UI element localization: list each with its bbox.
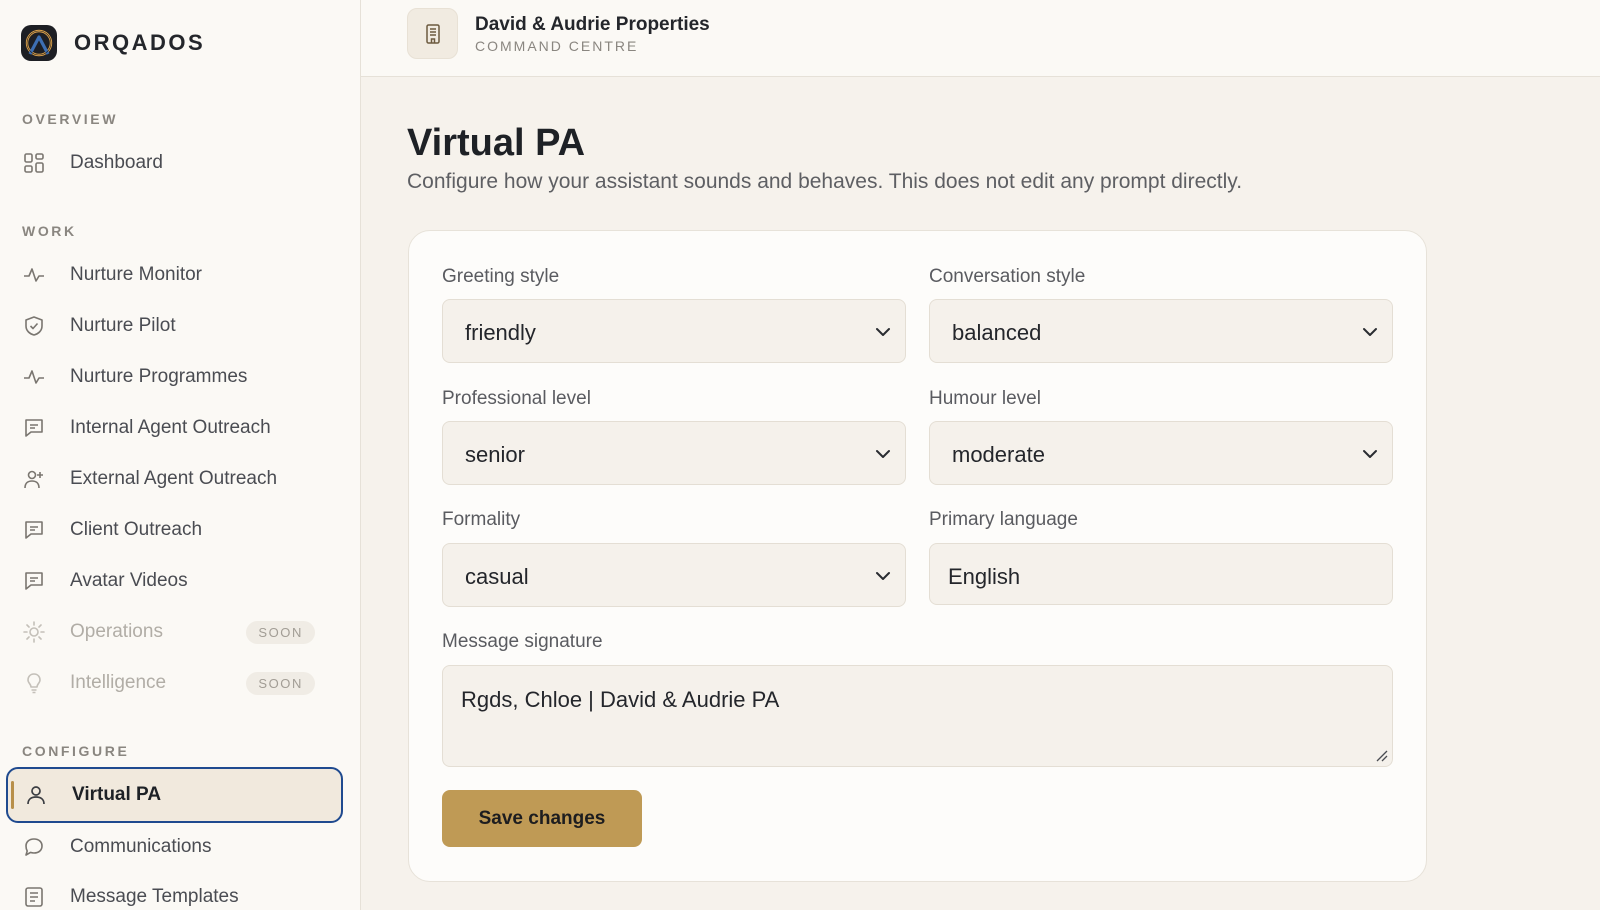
professional-level-select[interactable]: senior	[442, 421, 906, 485]
save-button[interactable]: Save changes	[442, 790, 642, 847]
soon-badge: SOON	[246, 621, 315, 644]
sidebar-item-external-agent-outreach[interactable]: External Agent Outreach	[22, 459, 340, 499]
sidebar-item-nurture-monitor[interactable]: Nurture Monitor	[22, 255, 340, 295]
sidebar-item-avatar-videos[interactable]: Avatar Videos	[22, 561, 340, 601]
conversation-style-value: balanced	[952, 320, 1042, 345]
message-square-icon	[22, 518, 46, 542]
sidebar-item-dashboard[interactable]: Dashboard	[22, 143, 340, 183]
chevron-down-icon	[1363, 328, 1377, 336]
professional-level-label: Professional level	[442, 388, 591, 409]
humour-level-label: Humour level	[929, 388, 1041, 409]
greeting-style-label: Greeting style	[442, 266, 560, 287]
sidebar-item-label: Nurture Monitor	[70, 264, 202, 285]
sidebar-item-label: Nurture Pilot	[70, 315, 176, 336]
message-signature-label: Message signature	[442, 631, 603, 652]
sidebar-item-operations: Operations SOON	[22, 612, 340, 652]
grid-icon	[22, 151, 46, 175]
primary-language-input[interactable]: English	[929, 543, 1393, 605]
sidebar-item-nurture-pilot[interactable]: Nurture Pilot	[22, 306, 340, 346]
page-subtitle: Configure how your assistant sounds and …	[407, 170, 1243, 193]
section-label-work: WORK	[22, 223, 77, 239]
sidebar-item-label: Message Templates	[70, 886, 239, 907]
humour-level-select[interactable]: moderate	[929, 421, 1393, 485]
brand-name: ORQADOS	[74, 30, 206, 55]
sun-icon	[22, 620, 46, 644]
formality-value: casual	[465, 564, 529, 589]
sidebar-item-label: Avatar Videos	[70, 570, 188, 591]
formality-label: Formality	[442, 509, 521, 530]
sidebar-item-communications[interactable]: Communications	[22, 827, 340, 867]
sidebar-item-intelligence: Intelligence SOON	[22, 663, 340, 703]
sidebar-item-label: Communications	[70, 836, 212, 857]
greeting-style-select[interactable]: friendly	[442, 299, 906, 363]
pulse-icon	[22, 263, 46, 287]
primary-language-value: English	[948, 564, 1021, 589]
org-subtitle: COMMAND CENTRE	[475, 38, 639, 54]
professional-level-value: senior	[465, 442, 525, 467]
user-icon	[24, 783, 48, 807]
greeting-style-value: friendly	[465, 320, 536, 345]
sidebar-item-virtual-pa[interactable]: Virtual PA	[6, 767, 343, 823]
sidebar-item-label: Virtual PA	[72, 784, 162, 805]
chevron-down-icon	[876, 572, 890, 580]
resize-handle-icon[interactable]	[1374, 748, 1388, 762]
sidebar-item-internal-agent-outreach[interactable]: Internal Agent Outreach	[22, 408, 340, 448]
sidebar-item-label: External Agent Outreach	[70, 468, 278, 489]
sidebar-item-label: Internal Agent Outreach	[70, 417, 271, 438]
page-title: Virtual PA	[407, 122, 586, 164]
orqados-logo-icon	[21, 25, 57, 61]
sidebar-item-label: Intelligence	[70, 672, 167, 693]
brand[interactable]: ORQADOS	[21, 25, 205, 61]
document-icon	[22, 885, 46, 909]
chat-bubble-icon	[22, 835, 46, 859]
conversation-style-select[interactable]: balanced	[929, 299, 1393, 363]
message-square-icon	[22, 569, 46, 593]
chevron-down-icon	[876, 450, 890, 458]
humour-level-value: moderate	[952, 442, 1045, 467]
conversation-style-label: Conversation style	[929, 266, 1086, 287]
section-label-overview: OVERVIEW	[22, 111, 119, 127]
soon-badge: SOON	[246, 672, 315, 695]
sidebar-item-nurture-programmes[interactable]: Nurture Programmes	[22, 357, 340, 397]
shield-icon	[22, 314, 46, 338]
section-label-configure: CONFIGURE	[22, 743, 130, 759]
pulse-icon	[22, 365, 46, 389]
sidebar-item-message-templates[interactable]: Message Templates	[22, 877, 340, 910]
sidebar: ORQADOS OVERVIEW Dashboard WORK Nurture …	[0, 0, 361, 910]
primary-language-label: Primary language	[929, 509, 1078, 530]
chevron-down-icon	[1363, 450, 1377, 458]
sidebar-item-label: Nurture Programmes	[70, 366, 248, 387]
sidebar-item-label: Client Outreach	[70, 519, 203, 540]
sidebar-item-label: Dashboard	[70, 152, 163, 173]
message-square-icon	[22, 416, 46, 440]
lightbulb-icon	[22, 671, 46, 695]
message-signature-value: Rgds, Chloe | David & Audrie PA	[461, 687, 780, 712]
sidebar-item-client-outreach[interactable]: Client Outreach	[22, 510, 340, 550]
sidebar-item-label: Operations	[70, 621, 163, 642]
formality-select[interactable]: casual	[442, 543, 906, 607]
message-signature-textarea[interactable]: Rgds, Chloe | David & Audrie PA	[442, 665, 1393, 767]
chevron-down-icon	[876, 328, 890, 336]
building-icon	[407, 8, 458, 59]
user-plus-icon	[22, 467, 46, 491]
org-name: David & Audrie Properties	[475, 14, 710, 35]
top-bar: David & Audrie Properties COMMAND CENTRE	[361, 0, 1600, 77]
